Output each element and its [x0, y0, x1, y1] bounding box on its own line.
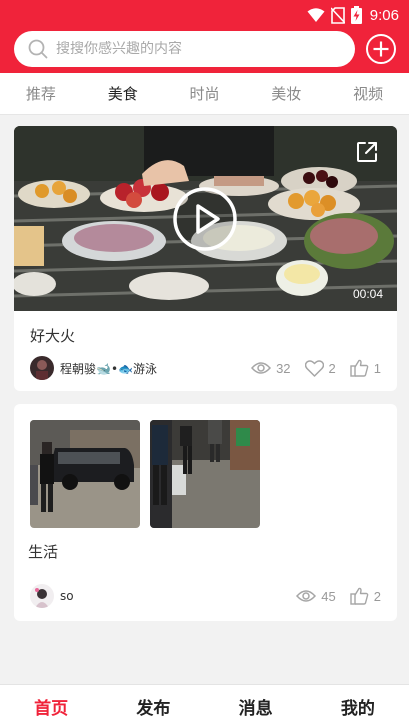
thumbs-up-icon[interactable] — [350, 587, 369, 605]
view-count: 45 — [296, 588, 336, 604]
post-title[interactable]: 生活 — [28, 541, 58, 562]
nav-home[interactable]: 首页 — [0, 685, 102, 728]
nav-publish[interactable]: 发布 — [102, 685, 204, 728]
eye-icon — [251, 362, 272, 374]
share-icon[interactable] — [355, 140, 379, 164]
author-name[interactable]: 程朝骏🐋•🐟游泳 — [60, 360, 157, 377]
avatar[interactable] — [30, 584, 54, 608]
tab-fashion[interactable]: 时尚 — [164, 73, 246, 114]
tab-makeup[interactable]: 美妆 — [245, 73, 327, 114]
bottom-nav: 首页 发布 消息 我的 — [0, 684, 409, 728]
tab-recommend[interactable]: 推荐 — [0, 73, 82, 114]
search-bar[interactable] — [14, 31, 355, 67]
post-meta: 程朝骏🐋•🐟游泳 32 2 1 — [30, 356, 381, 380]
thumbs-up-count[interactable]: 2 — [350, 587, 381, 605]
thumbs-up-icon[interactable] — [350, 359, 369, 377]
category-tabs: 推荐 美食 时尚 美妆 视频 — [0, 73, 409, 115]
video-thumbnail[interactable]: 00:04 — [14, 126, 397, 311]
eye-icon — [296, 590, 317, 602]
plus-circle-icon[interactable] — [365, 33, 397, 65]
likes-value: 2 — [328, 360, 336, 376]
views-value: 45 — [321, 588, 336, 604]
battery-charging-icon — [350, 6, 362, 24]
tab-food[interactable]: 美食 — [82, 73, 164, 114]
wifi-icon — [307, 8, 325, 22]
nav-profile[interactable]: 我的 — [307, 685, 409, 728]
tab-video[interactable]: 视频 — [327, 73, 409, 114]
feed-card-video[interactable]: 00:04 好大火 程朝骏🐋•🐟游泳 32 2 1 — [14, 126, 397, 391]
no-sim-icon — [330, 6, 345, 24]
avatar[interactable] — [30, 356, 54, 380]
post-meta: so 45 2 — [30, 584, 381, 608]
post-image[interactable] — [30, 420, 140, 528]
post-title[interactable]: 好大火 — [30, 325, 75, 346]
search-input[interactable] — [56, 41, 326, 57]
video-duration: 00:04 — [352, 287, 383, 301]
search-icon — [28, 39, 48, 59]
view-count: 32 — [251, 360, 291, 376]
status-time: 9:06 — [369, 6, 399, 24]
post-image[interactable] — [150, 420, 260, 528]
status-bar: 9:06 — [0, 0, 409, 30]
play-icon[interactable] — [172, 186, 238, 252]
feed-card-images[interactable]: 生活 so 45 2 — [14, 404, 397, 621]
author-name[interactable]: so — [60, 589, 74, 603]
thumbs-up-value: 1 — [373, 360, 381, 376]
thumbs-up-value: 2 — [373, 588, 381, 604]
nav-messages[interactable]: 消息 — [205, 685, 307, 728]
views-value: 32 — [276, 360, 291, 376]
heart-icon[interactable] — [304, 359, 324, 377]
favorite-count[interactable]: 2 — [304, 359, 336, 377]
thumbs-up-count[interactable]: 1 — [350, 359, 381, 377]
